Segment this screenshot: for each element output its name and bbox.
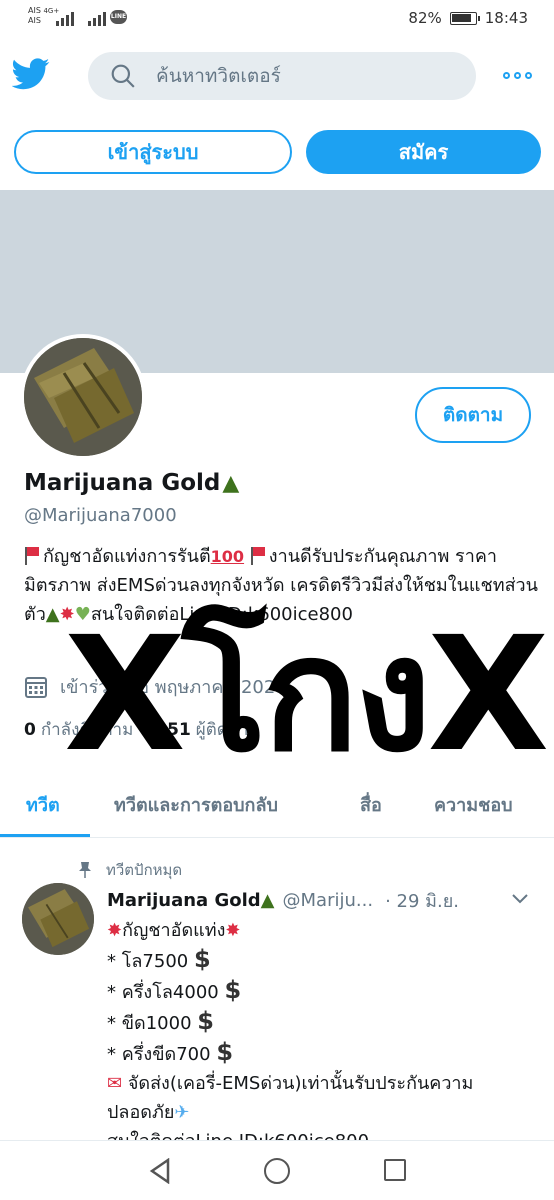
followers-stat[interactable]: 151 ผู้ติดตาม (155, 716, 259, 743)
tweet-line-4: * ขีด1000 (107, 1013, 192, 1034)
twitter-bird-icon[interactable] (12, 58, 50, 90)
carrier-2: AIS (28, 16, 41, 25)
calendar-icon (25, 676, 47, 698)
carrier-1: AIS (28, 6, 41, 15)
search-input[interactable] (156, 65, 436, 87)
profile-avatar[interactable] (20, 334, 146, 460)
profile-tabs: ทวีต ทวีตและการตอบกลับ สื่อ ความชอบ (0, 776, 554, 838)
login-button[interactable]: เข้าสู่ระบบ (14, 130, 292, 174)
evergreen-tree-icon: ▲ (45, 604, 60, 625)
search-icon (111, 64, 135, 88)
search-bar[interactable] (88, 52, 476, 100)
evergreen-tree-icon: ▲ (260, 890, 275, 911)
chevron-down-icon[interactable] (511, 893, 529, 905)
bio-part-1: กัญชาอัดแท่งการรันตี (43, 546, 211, 567)
tweet-body: ✸กัญชาอัดแท่ง✸ * โล7500 $ * ครึ่งโล4000 … (107, 916, 542, 1156)
battery-icon (449, 11, 480, 25)
following-count: 0 (24, 720, 36, 740)
recents-icon[interactable] (384, 1159, 406, 1181)
joined-date: เข้าร่วมเมื่อ พฤษภาคม 2020 (24, 672, 287, 701)
dollar-icon: $ (197, 1007, 214, 1035)
avatar-image (24, 338, 142, 456)
tweet-line-2: * โล7500 (107, 951, 189, 972)
followers-count: 151 (155, 720, 191, 740)
avatar-image (22, 883, 94, 955)
maple-leaf-icon: ✸ (59, 604, 75, 625)
signal-icon (56, 10, 74, 26)
tweet-header: Marijuana Gold ▲ @Mariju... · 29 มิ.ย. (107, 886, 537, 915)
dollar-icon: $ (216, 1038, 234, 1066)
red-flag-icon (250, 547, 266, 565)
mailbox-icon: ✉ (107, 1073, 123, 1094)
tweet-author-handle[interactable]: @Mariju... (283, 890, 374, 911)
top-bar (0, 50, 554, 102)
hundred-points-icon: 100 (210, 547, 245, 566)
tab-tweets-replies[interactable]: ทวีตและการตอบกลับ (114, 790, 278, 819)
evergreen-tree-icon: ▲ (222, 470, 240, 496)
follow-button[interactable]: ติดตาม (415, 387, 531, 443)
tweet-line-5: * ครึ่งขีด700 (107, 1044, 211, 1065)
profile-handle: @Marijuana7000 (24, 505, 177, 526)
profile-name-text: Marijuana Gold (24, 470, 221, 496)
tweet-line-1: กัญชาอัดแท่ง (122, 920, 226, 941)
status-right: 82% 18:43 (408, 9, 528, 27)
pinned-indicator: ทวีตปักหมุด (78, 858, 182, 882)
pinned-label: ทวีตปักหมุด (106, 861, 183, 879)
tweet-author-name[interactable]: Marijuana Gold (107, 890, 261, 911)
tweet-date[interactable]: · 29 มิ.ย. (385, 886, 459, 915)
status-bar: AIS 4G+ AIS LINE 82% 18:43 (0, 0, 554, 38)
tweet-line-7: ปลอดภัย (107, 1102, 175, 1123)
following-stat[interactable]: 0 กำลังติดตาม (24, 716, 133, 743)
signal-icon (88, 10, 106, 26)
following-label: กำลังติดตาม (40, 720, 134, 740)
profile-name: Marijuana Gold ▲ (24, 470, 239, 496)
maple-leaf-icon: ✸ (225, 920, 241, 941)
battery-percent: 82% (408, 9, 442, 27)
followers-label: ผู้ติดตาม (195, 720, 260, 740)
maple-leaf-icon: ✸ (107, 920, 123, 941)
dollar-icon: $ (193, 945, 211, 973)
back-icon[interactable] (148, 1158, 172, 1184)
line-app-icon: LINE (110, 10, 127, 24)
carrier-labels: AIS 4G+ AIS (28, 6, 59, 26)
active-tab-indicator (0, 834, 90, 837)
signup-button[interactable]: สมัคร (306, 130, 541, 174)
bio-part-3: สนใจติดต่อLine ID:k600ice800 (90, 604, 353, 625)
android-nav-bar (0, 1140, 554, 1200)
pin-icon (79, 862, 91, 878)
profile-bio: กัญชาอัดแท่งการรันตี100 งานดีรับประกันคุ… (24, 542, 544, 629)
tweet-line-6: จัดส่ง(เคอรี่-EMSด่วน)เท่านั้นรับประกันค… (127, 1073, 474, 1094)
joined-text: เข้าร่วมเมื่อ พฤษภาคม 2020 (60, 677, 287, 698)
more-icon[interactable] (503, 72, 532, 79)
tab-likes[interactable]: ความชอบ (434, 790, 513, 819)
follow-stats: 0 กำลังติดตาม 151 ผู้ติดตาม (24, 716, 260, 743)
home-icon[interactable] (264, 1158, 290, 1184)
tab-tweets[interactable]: ทวีต (26, 790, 60, 819)
clock: 18:43 (484, 9, 528, 27)
red-flag-icon (24, 547, 40, 565)
auth-buttons: เข้าสู่ระบบ สมัคร (0, 130, 554, 174)
tweet-avatar[interactable] (22, 883, 94, 955)
airplane-icon: ✈ (174, 1102, 190, 1123)
dollar-icon: $ (224, 976, 242, 1004)
tweet-line-3: * ครึ่งโล4000 (107, 982, 219, 1003)
green-heart-icon: ♥ (74, 604, 91, 625)
tab-media[interactable]: สื่อ (360, 790, 382, 819)
